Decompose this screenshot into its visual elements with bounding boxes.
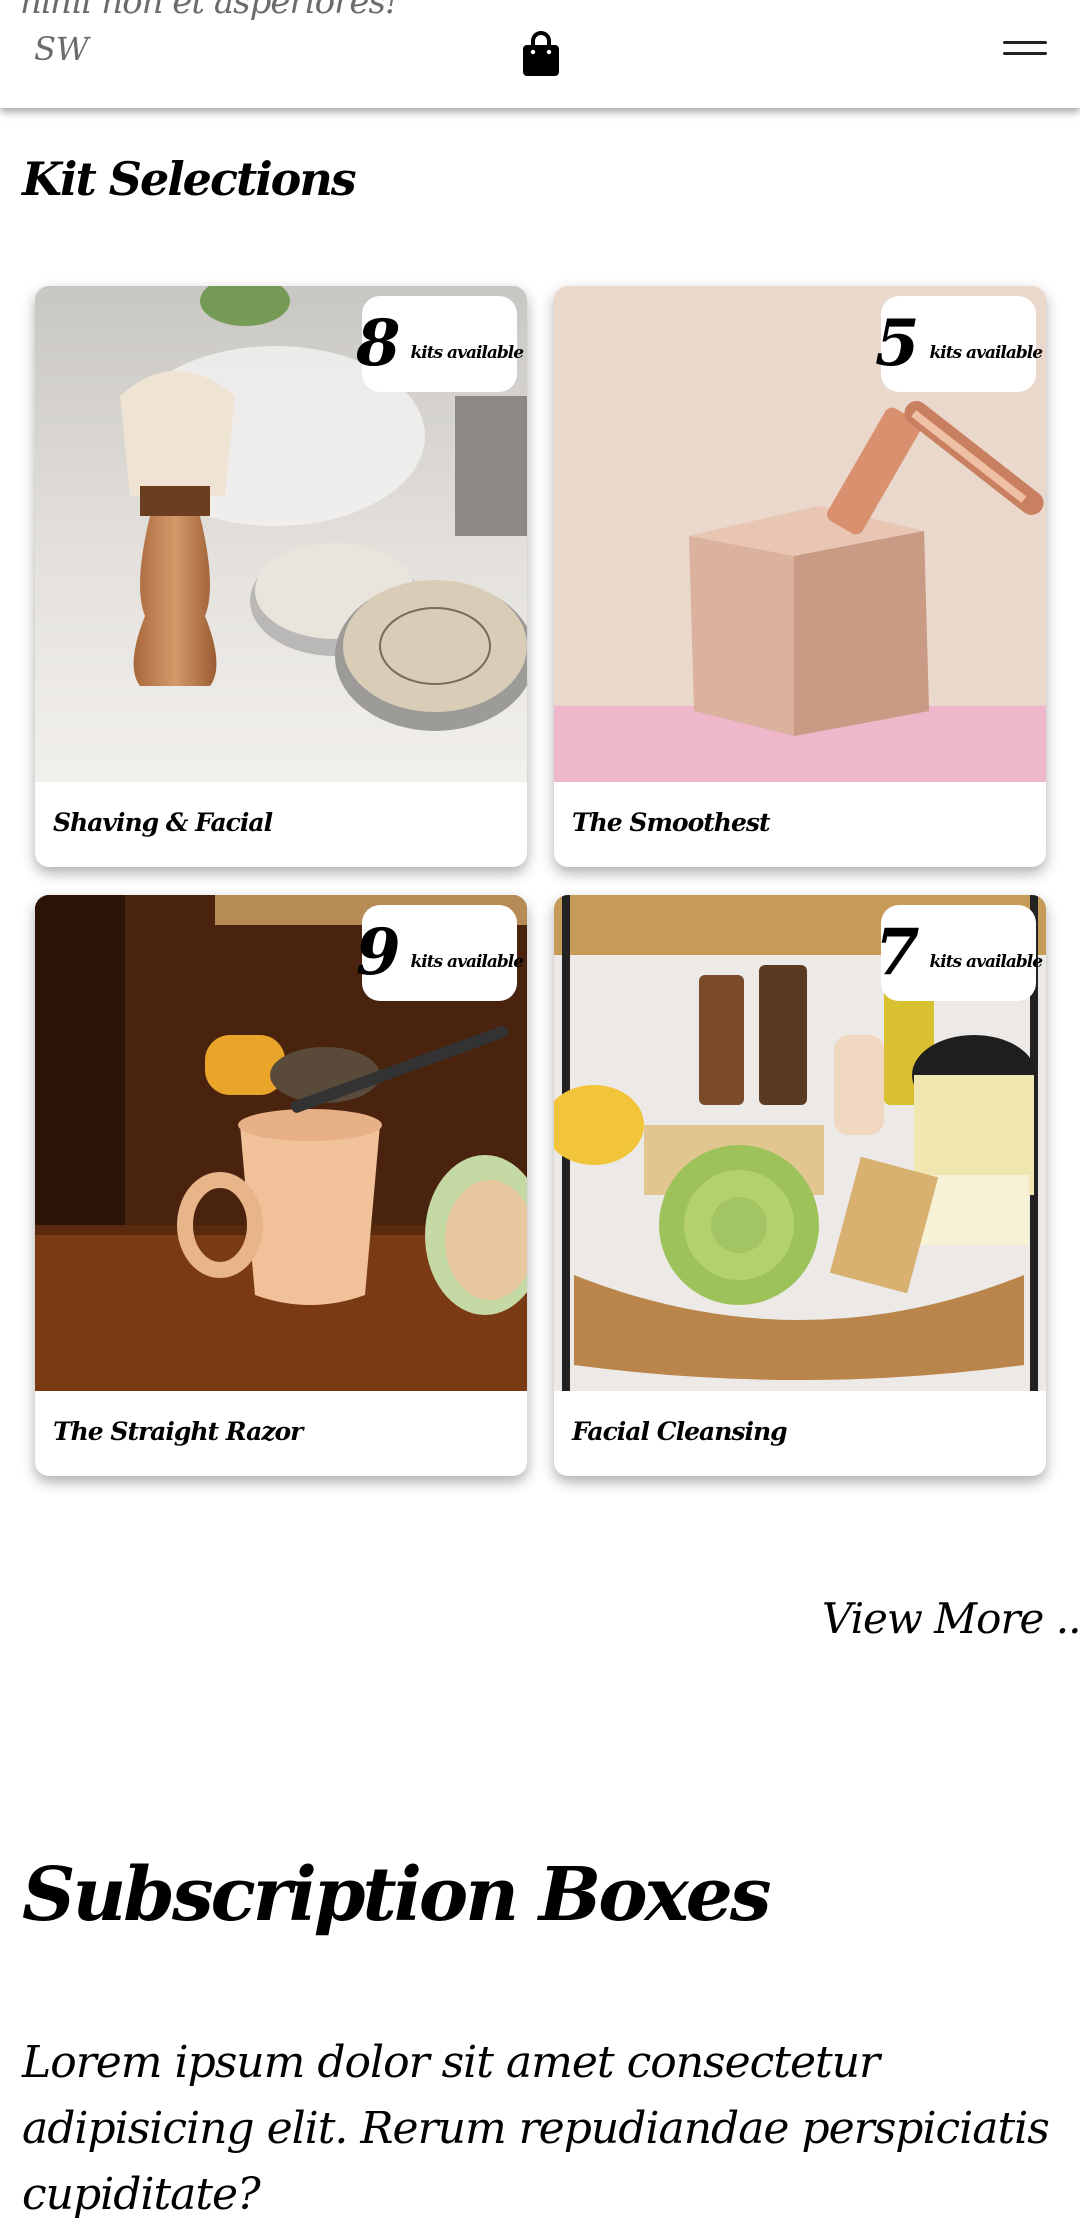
subscription-description: Lorem ipsum dolor sit amet consectetur a…	[22, 2037, 1050, 2220]
subscription-boxes-heading: Subscription Boxes	[22, 1852, 772, 1938]
kit-card-the-smoothest[interactable]: 5 kits available The Smoothest	[554, 286, 1046, 867]
kit-card-title: Shaving & Facial	[53, 808, 273, 837]
view-more-link[interactable]: View More ...	[822, 1594, 1080, 1643]
kit-selections-heading: Kit Selections	[22, 152, 357, 206]
kits-available-text: kits available	[410, 343, 524, 363]
shopping-bag-icon[interactable]	[521, 30, 561, 78]
header-tagline: nihil non et asperiores!	[20, 0, 399, 22]
kit-card-shaving-facial[interactable]: 8 kits available Shaving & Facial	[35, 286, 527, 867]
site-logo[interactable]: SW	[34, 30, 89, 68]
kits-count: 5	[874, 306, 920, 381]
kit-card-straight-razor[interactable]: 9 kits available The Straight Razor	[35, 895, 527, 1476]
kits-count: 8	[355, 306, 401, 381]
kits-available-badge: 8 kits available	[356, 296, 524, 392]
kits-available-text: kits available	[929, 343, 1043, 363]
kit-card-title: The Smoothest	[572, 808, 770, 837]
kit-card-facial-cleansing[interactable]: 7 kits available Facial Cleansing	[554, 895, 1046, 1476]
kit-card-title: Facial Cleansing	[572, 1417, 788, 1446]
kit-card-title: The Straight Razor	[53, 1417, 303, 1446]
kits-available-badge: 9 kits available	[356, 905, 524, 1001]
top-nav-bar: nihil non et asperiores! SW	[0, 0, 1080, 108]
kits-count: 9	[355, 915, 401, 990]
kits-count: 7	[874, 915, 920, 990]
hamburger-menu-icon[interactable]	[1003, 41, 1047, 67]
kits-available-text: kits available	[410, 952, 524, 972]
kits-available-text: kits available	[929, 952, 1043, 972]
kits-available-badge: 5 kits available	[875, 296, 1043, 392]
kits-available-badge: 7 kits available	[875, 905, 1043, 1001]
